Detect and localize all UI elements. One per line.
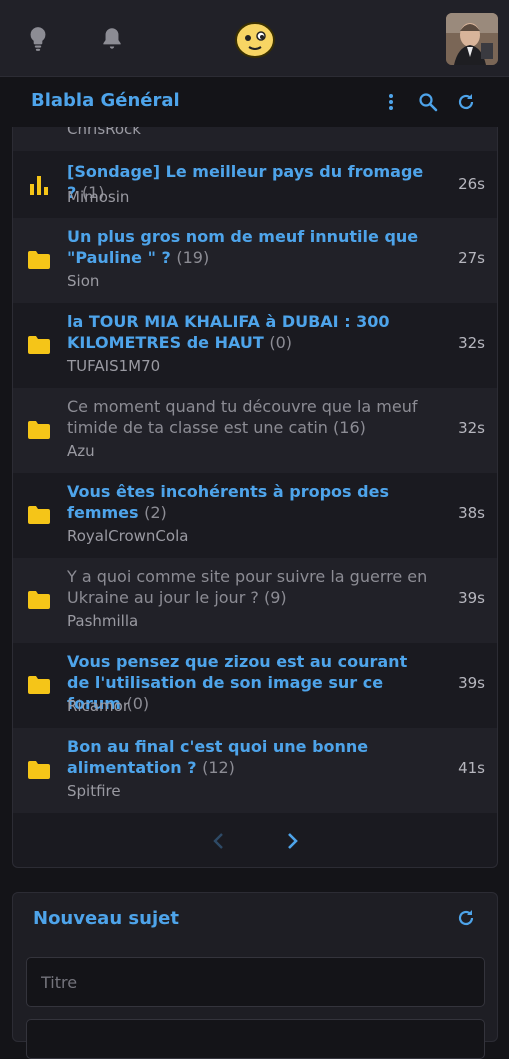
topic-list: ChrisRock [Sondage] Le meilleur pays du … xyxy=(12,127,498,868)
chevron-left-icon[interactable] xyxy=(204,827,232,855)
poll-icon xyxy=(27,173,51,197)
folder-icon xyxy=(27,248,51,272)
topic-title[interactable]: Ce moment quand tu découvre que la meuf … xyxy=(67,396,435,438)
topic-title[interactable]: la TOUR MIA KHALIFA à DUBAI : 300 KILOME… xyxy=(67,311,435,353)
topic-title[interactable]: Bon au final c'est quoi une bonne alimen… xyxy=(67,736,435,778)
pagination xyxy=(13,815,497,867)
bell-icon[interactable] xyxy=(97,24,127,54)
folder-icon xyxy=(27,333,51,357)
topic-row[interactable]: Ce moment quand tu découvre que la meuf … xyxy=(13,388,497,473)
refresh-icon[interactable] xyxy=(454,906,478,930)
form-field[interactable] xyxy=(26,1019,485,1059)
topic-time: 32s xyxy=(458,334,485,352)
topic-time: 41s xyxy=(458,759,485,777)
topic-author[interactable]: Spitfire xyxy=(67,782,121,800)
topic-row[interactable]: Y a quoi comme site pour suivre la guerr… xyxy=(13,558,497,643)
topic-author[interactable]: Azu xyxy=(67,442,95,460)
refresh-icon[interactable] xyxy=(454,90,478,114)
search-icon[interactable] xyxy=(416,90,440,114)
folder-icon xyxy=(27,503,51,527)
new-topic-title: Nouveau sujet xyxy=(33,908,179,929)
topic-time: 39s xyxy=(458,589,485,607)
folder-icon xyxy=(27,588,51,612)
topic-row[interactable]: Bon au final c'est quoi une bonne alimen… xyxy=(13,728,497,813)
topic-time: 32s xyxy=(458,419,485,437)
chevron-right-icon[interactable] xyxy=(279,827,307,855)
topic-row[interactable]: Vous êtes incohérents à propos des femme… xyxy=(13,473,497,558)
topic-author[interactable]: TUFAIS1M70 xyxy=(67,357,160,375)
topic-time: 26s xyxy=(458,175,485,193)
topic-row[interactable]: la TOUR MIA KHALIFA à DUBAI : 300 KILOME… xyxy=(13,303,497,388)
folder-icon xyxy=(27,418,51,442)
lightbulb-icon[interactable] xyxy=(23,24,53,54)
new-topic-panel: Nouveau sujet xyxy=(12,892,498,1059)
topic-title[interactable]: Un plus gros nom de meuf innutile que "P… xyxy=(67,226,435,268)
user-avatar[interactable] xyxy=(446,13,498,65)
topic-author[interactable]: Sion xyxy=(67,272,99,290)
more-vertical-icon[interactable] xyxy=(379,90,403,114)
smiley-face-icon[interactable] xyxy=(234,21,276,59)
forum-title[interactable]: Blabla Général xyxy=(31,90,180,111)
folder-icon xyxy=(27,758,51,782)
topic-time: 27s xyxy=(458,249,485,267)
folder-icon xyxy=(27,673,51,697)
topic-row[interactable]: Vous pensez que zizou est au courant de … xyxy=(13,643,497,728)
topic-author[interactable]: Mimosin xyxy=(67,188,129,206)
topic-title[interactable]: Vous êtes incohérents à propos des femme… xyxy=(67,481,435,523)
topic-time: 39s xyxy=(458,674,485,692)
topic-row[interactable]: Un plus gros nom de meuf innutile que "P… xyxy=(13,218,497,303)
topic-author[interactable]: Pashmilla xyxy=(67,612,138,630)
topic-time: 38s xyxy=(458,504,485,522)
topic-row[interactable]: ChrisRock xyxy=(13,127,497,151)
topic-author[interactable]: Ricamor xyxy=(67,697,129,715)
topic-author[interactable]: RoyalCrownCola xyxy=(67,527,188,545)
topic-title[interactable]: Y a quoi comme site pour suivre la guerr… xyxy=(67,566,435,608)
top-bar xyxy=(0,0,509,77)
topic-title-input[interactable] xyxy=(26,957,485,1007)
topic-author: ChrisRock xyxy=(67,127,141,138)
